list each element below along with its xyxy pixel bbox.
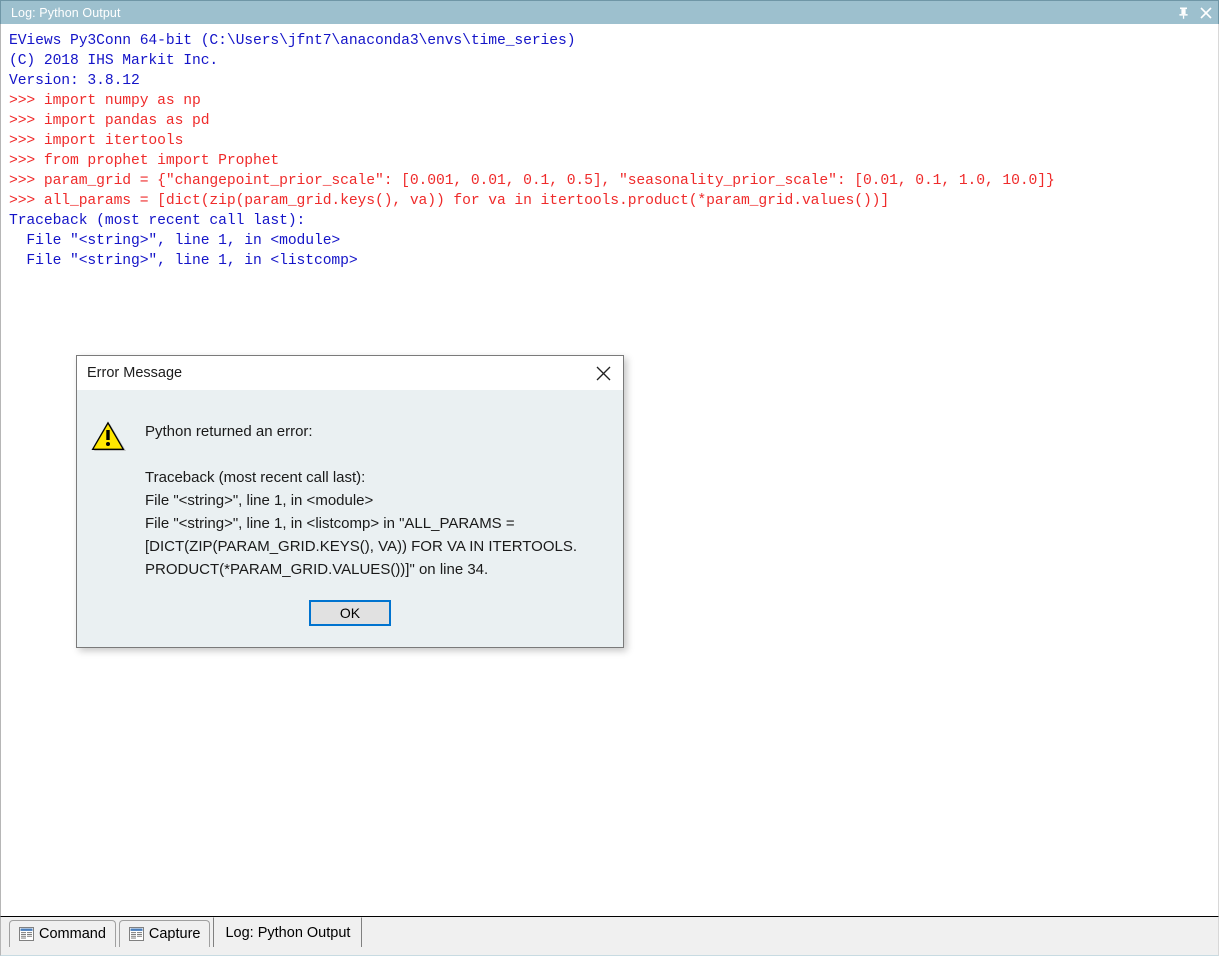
pushpin-icon[interactable] (1176, 5, 1190, 21)
tab-capture[interactable]: Capture (119, 920, 211, 947)
spacer (145, 443, 605, 466)
dialog-traceback-line: [DICT(ZIP(PARAM_GRID.KEYS(), VA)) FOR VA… (145, 535, 605, 558)
log-line: >>> import pandas as pd (9, 111, 1218, 131)
window-doc-icon (19, 927, 34, 941)
warning-icon-container (91, 406, 145, 585)
log-line: >>> from prophet import Prophet (9, 151, 1218, 171)
log-line: >>> import itertools (9, 131, 1218, 151)
tab-label: Capture (149, 926, 201, 942)
ok-button[interactable]: OK (309, 600, 391, 626)
dialog-message-text: Python returned an error: Traceback (mos… (145, 406, 605, 585)
tab-label: Log: Python Output (225, 925, 350, 941)
log-output-pane[interactable]: EViews Py3Conn 64-bit (C:\Users\jfnt7\an… (0, 24, 1219, 916)
log-line: >>> all_params = [dict(zip(param_grid.ke… (9, 191, 1218, 211)
dialog-traceback-line: PRODUCT(*PARAM_GRID.VALUES())]" on line … (145, 558, 605, 581)
log-line: >>> import numpy as np (9, 91, 1218, 111)
window-titlebar: Log: Python Output (0, 0, 1219, 24)
window-doc-icon (129, 927, 144, 941)
close-icon[interactable] (589, 360, 617, 386)
log-line: File "<string>", line 1, in <module> (9, 231, 1218, 251)
dialog-titlebar: Error Message (77, 356, 623, 390)
dialog-footer: OK (77, 585, 623, 647)
log-line: File "<string>", line 1, in <listcomp> (9, 251, 1218, 271)
dialog-heading: Python returned an error: (145, 420, 605, 443)
log-line: >>> param_grid = {"changepoint_prior_sca… (9, 171, 1218, 191)
dialog-body: Python returned an error: Traceback (mos… (77, 390, 623, 585)
dialog-traceback-line: File "<string>", line 1, in <listcomp> i… (145, 512, 605, 535)
dialog-title: Error Message (77, 365, 182, 381)
log-line: Version: 3.8.12 (9, 71, 1218, 91)
python-output-log-window: Log: Python Output EViews Py3Conn 64-bi (0, 0, 1219, 956)
error-message-dialog: Error Message (76, 355, 624, 648)
warning-triangle-icon (91, 420, 127, 453)
tab-command[interactable]: Command (9, 920, 116, 947)
tab-label: Command (39, 926, 106, 942)
dialog-traceback-header: Traceback (most recent call last): (145, 466, 605, 489)
bottom-tab-strip: Command Capture Log: Python Output (0, 916, 1219, 956)
log-line: (C) 2018 IHS Markit Inc. (9, 51, 1218, 71)
window-title: Log: Python Output (1, 6, 121, 20)
dialog-traceback-line: File "<string>", line 1, in <module> (145, 489, 605, 512)
tab-log-python-output[interactable]: Log: Python Output (213, 917, 362, 947)
log-line: EViews Py3Conn 64-bit (C:\Users\jfnt7\an… (9, 31, 1218, 51)
window-controls (1176, 1, 1213, 25)
log-line: Traceback (most recent call last): (9, 211, 1218, 231)
close-icon[interactable] (1199, 5, 1213, 21)
